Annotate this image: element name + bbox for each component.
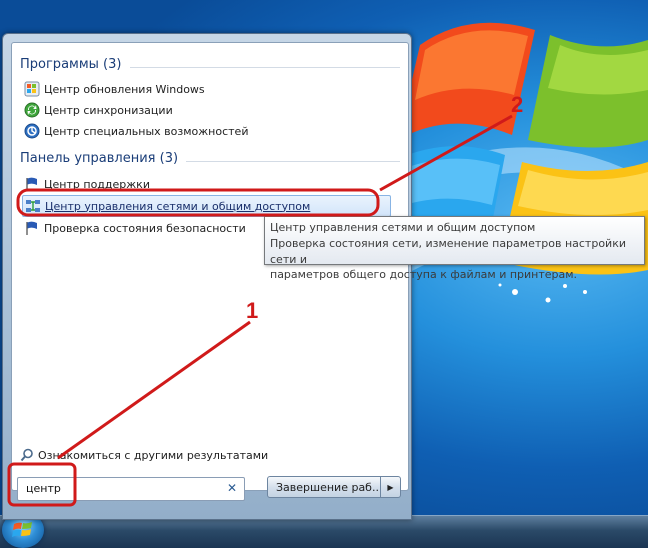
result-label: Проверка состояния безопасности bbox=[44, 221, 246, 235]
group-title-programs: Программы (3) bbox=[20, 57, 122, 72]
tooltip-description-line: Проверка состояния сети, изменение парам… bbox=[270, 237, 626, 266]
result-security-check[interactable]: Проверка состояния безопасности bbox=[24, 218, 246, 238]
search-input-value: центр bbox=[26, 482, 61, 495]
start-search-input[interactable]: центр ✕ bbox=[17, 477, 245, 501]
tooltip: Центр управления сетями и общим доступом… bbox=[264, 216, 645, 281]
sync-center-icon bbox=[24, 102, 40, 118]
result-ease-of-access[interactable]: Центр специальных возможностей bbox=[24, 121, 248, 141]
network-center-icon bbox=[26, 200, 40, 212]
result-label: Центр управления сетями и общим доступом bbox=[45, 199, 311, 213]
see-more-results-link[interactable]: Ознакомиться с другими результатами bbox=[20, 448, 268, 462]
group-title-control-panel: Панель управления (3) bbox=[20, 151, 179, 166]
result-windows-update[interactable]: Центр обновления Windows bbox=[24, 79, 205, 99]
annotation-number-2: 2 bbox=[511, 92, 524, 117]
annotation-number-1: 1 bbox=[246, 298, 259, 323]
result-label: Центр обновления Windows bbox=[44, 82, 205, 96]
tooltip-description-line: параметров общего доступа к файлам и при… bbox=[270, 268, 578, 281]
action-center-flag-icon bbox=[26, 177, 37, 191]
tooltip-title: Центр управления сетями и общим доступом bbox=[270, 221, 536, 234]
search-icon bbox=[20, 448, 33, 462]
windows-update-icon bbox=[24, 81, 40, 97]
shutdown-options-arrow-icon[interactable]: ▶ bbox=[381, 476, 401, 498]
windows-flag-icon bbox=[12, 522, 32, 537]
result-label: Центр синхронизации bbox=[44, 103, 173, 117]
result-label: Центр поддержки bbox=[44, 177, 150, 191]
result-network-sharing-center[interactable]: Центр управления сетями и общим доступом bbox=[22, 195, 391, 217]
clear-search-icon[interactable]: ✕ bbox=[227, 481, 237, 495]
group-divider bbox=[186, 161, 400, 162]
see-more-results-label: Ознакомиться с другими результатами bbox=[38, 448, 269, 462]
ease-of-access-icon bbox=[24, 123, 40, 139]
security-flag-icon bbox=[26, 221, 37, 235]
group-divider bbox=[130, 67, 400, 68]
shutdown-button[interactable]: Завершение раб... bbox=[267, 476, 381, 498]
result-action-center[interactable]: Центр поддержки bbox=[24, 174, 150, 194]
result-sync-center[interactable]: Центр синхронизации bbox=[24, 100, 173, 120]
result-label: Центр специальных возможностей bbox=[44, 124, 249, 138]
